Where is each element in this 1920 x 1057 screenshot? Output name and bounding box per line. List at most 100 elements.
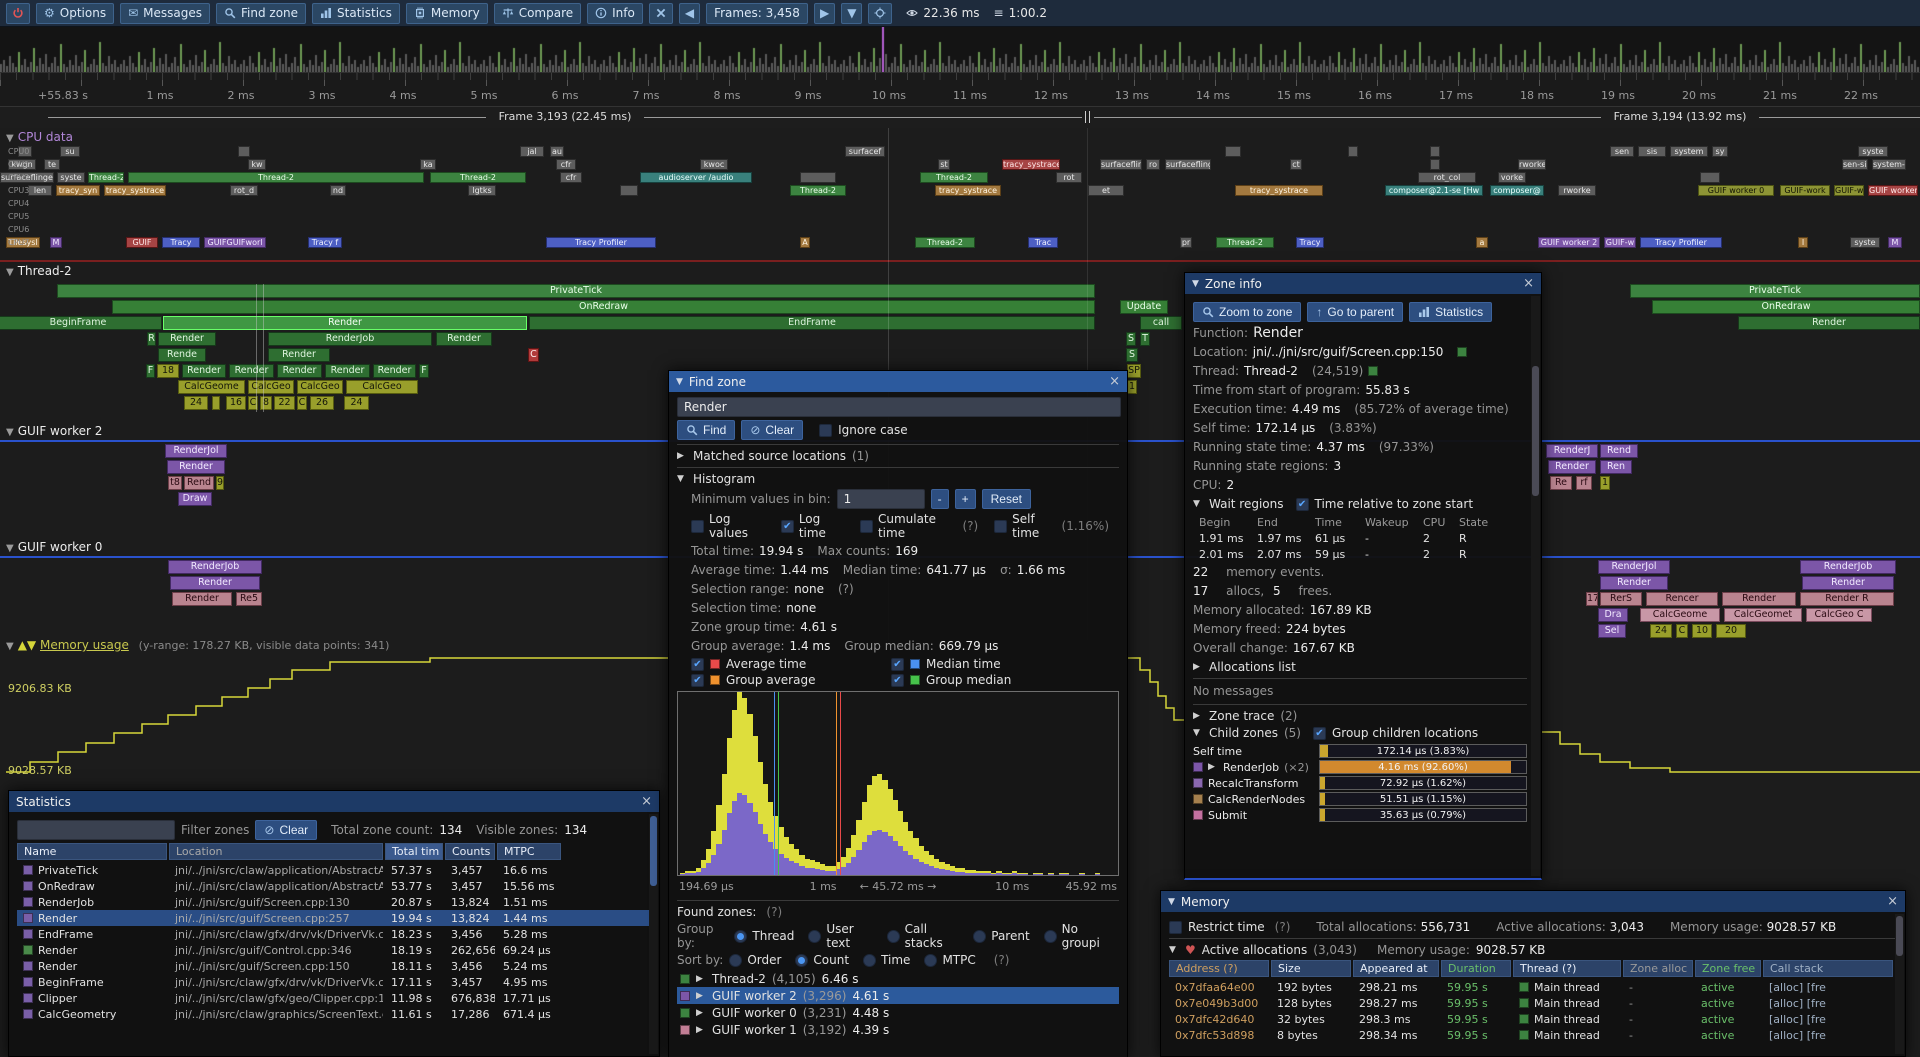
timeline-zone[interactable]: sis <box>1638 146 1666 157</box>
legend-item[interactable]: ✔Group median <box>891 673 1081 687</box>
table-row[interactable]: PrivateTickjni/../jni/src/claw/applicati… <box>17 862 651 878</box>
timeline-zone[interactable]: Draw <box>178 492 212 506</box>
column-header-zone-free[interactable]: Zone free <box>1695 960 1761 977</box>
timeline-zone[interactable]: M <box>1888 237 1902 248</box>
timeline-zone[interactable]: 24 <box>1650 624 1672 638</box>
timeline-zone[interactable]: t8 <box>168 476 182 490</box>
timeline-zone[interactable]: Render <box>172 592 232 606</box>
memory-titlebar[interactable]: ▼ Memory × <box>1161 891 1905 912</box>
radio-button[interactable] <box>808 930 821 943</box>
frame-dropdown-button[interactable]: ▼ <box>841 3 862 24</box>
scrollbar[interactable] <box>1531 296 1540 876</box>
filter-zones-input[interactable] <box>17 820 175 840</box>
min-bin-decrease-button[interactable]: - <box>931 489 949 509</box>
checkbox[interactable]: ✔ <box>691 674 704 687</box>
expand-icon[interactable]: ▶ <box>1193 711 1203 721</box>
location-value[interactable]: jni/../jni/src/guif/Screen.cpp:150 <box>1253 345 1444 359</box>
timeline-zone[interactable]: Render <box>1548 460 1596 474</box>
call-stack-cell[interactable]: [alloc] [fre <box>1763 997 1893 1010</box>
timeline-zone[interactable]: ka <box>420 159 436 170</box>
thread-section-header[interactable]: ▼GUIF worker 2 <box>6 424 102 438</box>
goto-frame-button[interactable] <box>868 3 892 24</box>
expand-icon[interactable]: ▶ <box>696 991 706 1001</box>
timeline-zone[interactable]: RenderJob <box>268 332 432 346</box>
memory-button[interactable]: Memory <box>406 3 488 24</box>
timeline-zone[interactable] <box>1348 146 1358 157</box>
prev-frame-button[interactable]: ◀ <box>679 3 700 24</box>
timeline-zone[interactable]: Tracy <box>162 237 200 248</box>
statistics-button[interactable]: Statistics <box>1409 302 1492 322</box>
timeline-zone[interactable]: Tracy f <box>308 237 342 248</box>
tools-button[interactable] <box>649 3 673 24</box>
collapse-icon[interactable]: ▼ <box>677 474 687 484</box>
timeline-zone[interactable]: I <box>1798 237 1808 248</box>
min-bin-input[interactable] <box>837 489 925 509</box>
timeline-zone[interactable]: jal <box>520 146 544 157</box>
table-row[interactable]: Clipperjni/../jni/src/claw/gfx/geo/Clipp… <box>17 990 651 1006</box>
timeline-zone[interactable]: 22 <box>274 396 295 410</box>
statistics-button[interactable]: Statistics <box>312 3 400 24</box>
compare-button[interactable]: Compare <box>494 3 581 24</box>
allocation-row[interactable]: 0x7e049b3d00128 bytes298.27 ms59.95 sMai… <box>1169 995 1897 1011</box>
collapse-icon[interactable]: ▼ <box>6 543 14 554</box>
timeline-zone[interactable]: Render <box>182 364 226 378</box>
timeline-zone[interactable]: sen-sis <box>1842 159 1868 170</box>
column-header-name[interactable]: Name <box>17 843 167 860</box>
timeline-zone[interactable]: system <box>1670 146 1708 157</box>
radio-no-groupi[interactable]: No groupi <box>1044 922 1111 950</box>
collapse-icon[interactable]: ▼ <box>1169 945 1179 955</box>
timeline-zone[interactable]: F <box>146 364 155 378</box>
timeline-zone[interactable]: 24 <box>344 396 369 410</box>
option-cumulate-time[interactable]: Cumulate time(?) <box>860 512 978 540</box>
timeline-zone[interactable]: cfr <box>556 159 576 170</box>
timeline-zone[interactable]: kwoc <box>700 159 728 170</box>
option-self-time[interactable]: Self time(1.16%) <box>994 512 1109 540</box>
allocation-row[interactable]: 0x7dfaa64e00192 bytes298.21 ms59.95 sMai… <box>1169 979 1897 995</box>
matched-source-locations-row[interactable]: ▶ Matched source locations (1) <box>677 449 1119 463</box>
timeline-zone[interactable]: OnRedraw <box>112 300 1095 314</box>
timeline-zone[interactable]: R <box>147 332 156 346</box>
timeline-zone[interactable] <box>238 146 250 157</box>
wait-column-header[interactable]: Wakeup <box>1359 516 1415 529</box>
timeline-zone[interactable]: GUIF worker 2 <box>1538 237 1600 248</box>
legend-item[interactable]: ✔Group average <box>691 673 881 687</box>
legend-item[interactable]: ✔Median time <box>891 657 1081 671</box>
timeline-zone[interactable]: SP <box>1127 364 1141 378</box>
timeline-zone[interactable]: syste <box>1850 237 1880 248</box>
collapse-icon[interactable]: ▼ <box>6 133 14 144</box>
radio-button[interactable] <box>734 930 747 943</box>
timeline-zone[interactable]: Dra <box>1598 608 1628 622</box>
find-zone-titlebar[interactable]: ▼ Find zone × <box>669 371 1127 392</box>
zone-group-row[interactable]: ▶GUIF worker 1(3,192)4.39 s <box>677 1021 1119 1038</box>
timeline-zone[interactable]: RenderJol <box>1598 560 1670 574</box>
timeline-zone[interactable]: Render <box>1802 576 1894 590</box>
table-row[interactable]: RenderJobjni/../jni/src/guif/Screen.cpp:… <box>17 894 651 910</box>
timeline-zone[interactable]: 10 <box>1692 624 1712 638</box>
timeline-zone[interactable]: Render <box>170 576 260 590</box>
timeline-zone[interactable]: Thread-2 <box>430 172 526 183</box>
timeline-zone[interactable]: 1 <box>1127 380 1137 394</box>
timeline-zone[interactable] <box>620 185 638 196</box>
checkbox[interactable]: ✔ <box>891 658 904 671</box>
memory-plot-header[interactable]: ▼▲▼ Memory usage (y-range: 178.27 KB, vi… <box>6 638 389 652</box>
wait-column-header[interactable]: Begin <box>1193 516 1249 529</box>
timeline-zone[interactable]: 17 <box>1586 592 1598 606</box>
timeline-zone[interactable]: Render <box>373 364 416 378</box>
expand-icon[interactable]: ▶ <box>696 974 706 984</box>
find-button[interactable]: Find <box>677 420 735 440</box>
restrict-time-checkbox[interactable] <box>1169 921 1182 934</box>
allocation-row[interactable]: 0x7dfc42d64032 bytes298.3 ms59.95 sMain … <box>1169 1011 1897 1027</box>
timeline-zone[interactable]: F <box>419 364 429 378</box>
timeline-zone[interactable]: rot_d <box>230 185 258 196</box>
collapse-icon[interactable]: ▼ <box>6 427 14 438</box>
child-zone-row[interactable]: Submit35.63 µs (0.79%) <box>1193 807 1527 823</box>
collapse-icon[interactable]: ▼ <box>1193 499 1203 509</box>
close-icon[interactable]: × <box>1887 894 1898 909</box>
radio-button[interactable] <box>729 954 742 967</box>
close-icon[interactable]: × <box>1109 374 1120 389</box>
close-icon[interactable]: × <box>641 794 652 809</box>
timeline-zone[interactable]: A <box>800 237 810 248</box>
zone-trace-row[interactable]: ▶ Zone trace (2) <box>1193 709 1527 723</box>
timeline-zone[interactable]: 8 <box>260 396 272 410</box>
timeline-zone[interactable]: Thread-2 <box>790 185 846 196</box>
